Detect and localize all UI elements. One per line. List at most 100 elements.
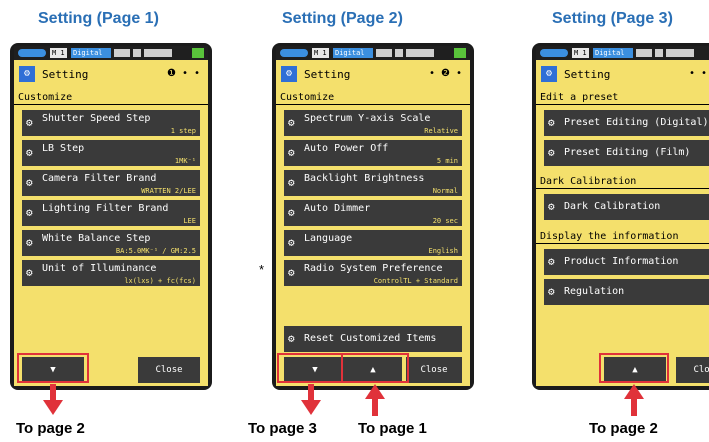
screen: M 1 Digital ⚙ Setting • ❷ • Customize ⚙ S… [276, 46, 470, 386]
status-bar: M 1 Digital [536, 46, 709, 60]
setting-item[interactable]: ⚙ Language English [284, 230, 462, 256]
item-label: Regulation [564, 286, 625, 297]
status-box [133, 49, 141, 57]
digital-indicator: Digital [71, 48, 111, 58]
setting-item[interactable]: ⚙ Radio System Preference ControlTL + Stan… [284, 260, 462, 286]
gear-icon: ⚙ [26, 146, 33, 159]
device-page-2: M 1 Digital ⚙ Setting • ❷ • Customize ⚙ S… [272, 43, 474, 390]
memory-chip: M 1 [50, 48, 67, 58]
screen: M 1 Digital ⚙ Setting • • ❸ Edit a prese… [536, 46, 709, 386]
screen-title: Setting [564, 68, 611, 81]
item-value: Normal [432, 187, 458, 195]
setting-icon: ⚙ [19, 66, 35, 82]
section-header: Display the information [536, 229, 709, 244]
item-label: Product Information [564, 256, 679, 267]
close-button[interactable]: Close [676, 357, 709, 383]
section-header: Dark Calibration [536, 174, 709, 189]
gear-icon: ⚙ [26, 266, 33, 279]
gear-icon: ⚙ [26, 236, 33, 249]
signal-icon [666, 49, 694, 57]
item-label: White Balance Step [42, 233, 151, 244]
item-label: Unit of Illuminance [42, 263, 157, 274]
footnote-marker: * [259, 262, 265, 277]
memory-chip: M 1 [312, 48, 329, 58]
item-value: lx(lxs) + fc(fcs) [124, 277, 196, 285]
red-arrow-icon [43, 384, 63, 415]
page-3-title: Setting (Page 3) [552, 10, 673, 27]
screen-title: Setting [42, 68, 89, 81]
item-value: English [428, 247, 458, 255]
gear-icon: ⚙ [548, 200, 555, 213]
setting-item[interactable]: ⚙ Preset Editing (Film) [544, 140, 709, 166]
setting-item[interactable]: ⚙ Regulation [544, 279, 709, 305]
page-2-title: Setting (Page 2) [282, 10, 403, 27]
page-indicator: ❶ • • [166, 68, 200, 79]
item-value: LEE [183, 217, 196, 225]
item-value: BA:5.0MK⁻¹ / GM:2.5 [115, 247, 196, 255]
item-label: Preset Editing (Film) [564, 147, 691, 158]
setting-item[interactable]: ⚙ Camera Filter Brand WRATTEN 2/LEE [22, 170, 200, 196]
gear-icon: ⚙ [26, 206, 33, 219]
gear-icon: ⚙ [548, 146, 555, 159]
section-header: Customize [276, 90, 470, 105]
caption: To page 2 [16, 420, 85, 437]
digital-indicator: Digital [333, 48, 373, 58]
gear-icon: ⚙ [548, 285, 555, 298]
setting-item[interactable]: ⚙ Spectrum Y-axis Scale Relative [284, 110, 462, 136]
status-box [636, 49, 652, 57]
close-button[interactable]: Close [138, 357, 200, 383]
memory-chip: M 1 [572, 48, 589, 58]
mode-pill-icon [540, 49, 568, 57]
item-label: Auto Dimmer [304, 203, 371, 214]
item-label: Dark Calibration [564, 201, 661, 212]
gear-icon: ⚙ [288, 266, 295, 279]
gear-icon: ⚙ [288, 146, 295, 159]
screen-title: Setting [304, 68, 351, 81]
red-arrow-icon [624, 384, 644, 416]
item-value: 20 sec [432, 217, 458, 225]
screen-header: ⚙ Setting • ❷ • [276, 60, 470, 88]
item-label: Reset Customized Items [304, 333, 437, 344]
page-indicator: • • ❸ [688, 68, 709, 79]
mode-pill-icon [280, 49, 308, 57]
setting-icon: ⚙ [541, 66, 557, 82]
item-label: Shutter Speed Step [42, 113, 151, 124]
battery-icon [192, 48, 204, 58]
gear-icon: ⚙ [288, 236, 295, 249]
gear-icon: ⚙ [288, 332, 295, 345]
caption: To page 1 [358, 420, 427, 437]
item-value: 5 min [436, 157, 458, 165]
gear-icon: ⚙ [288, 206, 295, 219]
setting-item[interactable]: ⚙ White Balance Step BA:5.0MK⁻¹ / GM:2.5 [22, 230, 200, 256]
highlight-up [341, 353, 409, 383]
screen: M 1 Digital ⚙ Setting ❶ • • Customize ⚙ S… [14, 46, 208, 386]
setting-item[interactable]: ⚙ Unit of Illuminance lx(lxs) + fc(fcs) [22, 260, 200, 286]
mode-pill-icon [18, 49, 46, 57]
item-label: LB Step [42, 143, 85, 154]
setting-item[interactable]: ⚙ Auto Dimmer 20 sec [284, 200, 462, 226]
setting-item[interactable]: ⚙ LB Step 1MK⁻¹ [22, 140, 200, 166]
setting-item[interactable]: ⚙ Preset Editing (Digital) [544, 110, 709, 136]
item-label: Lighting Filter Brand [42, 203, 169, 214]
setting-item[interactable]: ⚙ Auto Power Off 5 min [284, 140, 462, 166]
status-box [655, 49, 663, 57]
digital-indicator: Digital [593, 48, 633, 58]
item-value: WRATTEN 2/LEE [141, 187, 196, 195]
item-value: ControlTL + Standard [373, 277, 458, 285]
item-label: Preset Editing (Digital) [564, 117, 709, 128]
setting-item[interactable]: ⚙ Dark Calibration [544, 194, 709, 220]
reset-button[interactable]: ⚙ Reset Customized Items [284, 326, 462, 352]
gear-icon: ⚙ [288, 176, 295, 189]
setting-icon: ⚙ [281, 66, 297, 82]
status-bar: M 1 Digital [14, 46, 208, 60]
setting-item[interactable]: ⚙ Product Information [544, 249, 709, 275]
item-value: 1MK⁻¹ [174, 157, 196, 165]
item-value: Relative [424, 127, 458, 135]
setting-item[interactable]: ⚙ Backlight Brightness Normal [284, 170, 462, 196]
battery-icon [454, 48, 466, 58]
setting-item[interactable]: ⚙ Lighting Filter Brand LEE [22, 200, 200, 226]
item-value: 1 step [170, 127, 196, 135]
setting-item[interactable]: ⚙ Shutter Speed Step 1 step [22, 110, 200, 136]
close-button[interactable]: Close [406, 357, 462, 383]
gear-icon: ⚙ [288, 116, 295, 129]
